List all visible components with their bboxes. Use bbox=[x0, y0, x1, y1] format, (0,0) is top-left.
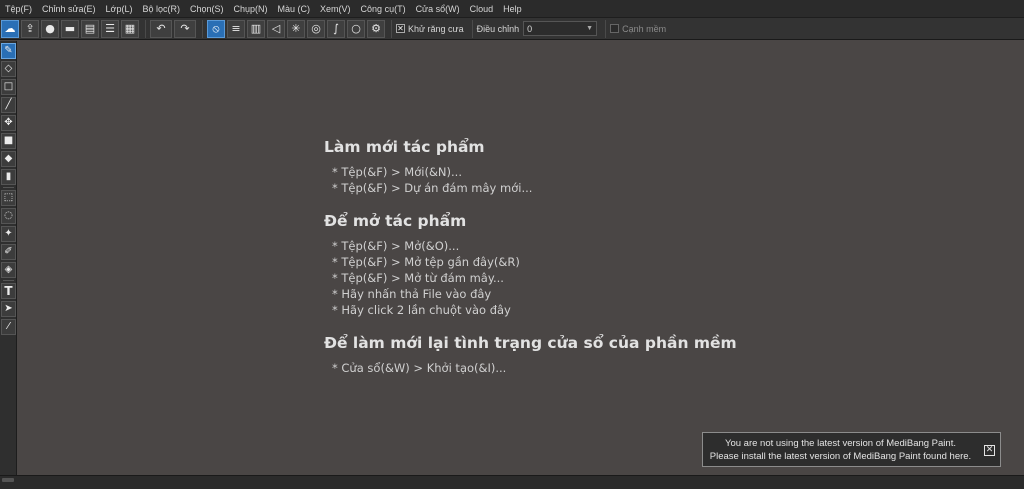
speech-bubble-icon[interactable]: ● bbox=[41, 19, 59, 38]
concentric-snap-icon[interactable]: ◎ bbox=[307, 19, 325, 38]
lasso-tool-icon[interactable]: ◌ bbox=[1, 208, 16, 224]
correction-label: Điều chỉnh bbox=[476, 23, 520, 34]
redo-icon[interactable]: ↷ bbox=[174, 19, 196, 38]
menu-snap[interactable]: Chụp(N) bbox=[229, 0, 273, 18]
antialias-checkbox[interactable]: ✕ bbox=[396, 24, 405, 33]
help-item: * Tệp(&F) > Mới(&N)... bbox=[332, 165, 462, 179]
menu-layer[interactable]: Lớp(L) bbox=[101, 0, 138, 18]
perspective-snap-icon[interactable]: ◁ bbox=[267, 19, 285, 38]
comment-icon[interactable]: ▬ bbox=[61, 19, 79, 38]
menu-filter[interactable]: Bộ lọc(R) bbox=[137, 0, 185, 18]
toolbar-divider bbox=[391, 19, 392, 38]
tool-divider bbox=[3, 187, 14, 188]
update-notice[interactable]: You are not using the latest version of … bbox=[702, 432, 1001, 467]
help-item: * Cửa sổ(&W) > Khởi tạo(&I)... bbox=[332, 361, 507, 375]
help-item: * Tệp(&F) > Mở(&O)... bbox=[332, 239, 460, 253]
circle-icon[interactable]: ○ bbox=[347, 19, 365, 38]
operation-tool-icon[interactable]: ➤ bbox=[1, 301, 16, 317]
menu-tools[interactable]: Công cụ(T) bbox=[356, 0, 411, 18]
help-heading-new: Làm mới tác phẩm bbox=[324, 138, 485, 156]
grid-snap-icon[interactable]: ▥ bbox=[247, 19, 265, 38]
bucket-tool-icon[interactable]: ◆ bbox=[1, 151, 16, 167]
toolbar-divider bbox=[202, 19, 203, 38]
close-icon[interactable]: ✕ bbox=[984, 445, 995, 456]
toolbar: ☁ ⇪ ● ▬ ▤ ☰ ▦ ↶ ↷ ⦸ ≡ ▥ ◁ ✳ ◎ ∫ ○ ⚙ ✕ Kh… bbox=[0, 18, 1024, 40]
toolbar-divider bbox=[605, 19, 607, 38]
toolbar-divider bbox=[471, 19, 473, 38]
menu-color[interactable]: Màu (C) bbox=[273, 0, 316, 18]
help-item: * Tệp(&F) > Dự án đám mây mới... bbox=[332, 181, 533, 195]
fill-rect-tool-icon[interactable]: ■ bbox=[1, 133, 16, 149]
tool-palette: ✎ ◇ □ ╱ ✥ ■ ◆ ▮ ⬚ ◌ ✦ ✐ ◈ T ➤ ⁄ bbox=[0, 41, 17, 475]
tool-divider bbox=[3, 280, 14, 281]
welcome-help[interactable]: Làm mới tác phẩm * Tệp(&F) > Mới(&N)... … bbox=[324, 137, 737, 391]
parallel-snap-icon[interactable]: ≡ bbox=[227, 19, 245, 38]
menu-select[interactable]: Chọn(S) bbox=[185, 0, 229, 18]
menu-edit[interactable]: Chỉnh sửa(E) bbox=[37, 0, 101, 18]
text-tool-icon[interactable]: T bbox=[1, 283, 16, 299]
select-eraser-tool-icon[interactable]: ◈ bbox=[1, 262, 16, 278]
menu-bar: Tệp(F) Chỉnh sửa(E) Lớp(L) Bộ lọc(R) Chọ… bbox=[0, 0, 1024, 18]
dot-tool-icon[interactable]: □ bbox=[1, 79, 16, 95]
correction-value: 0 bbox=[527, 23, 533, 34]
help-heading-open: Để mở tác phẩm bbox=[324, 212, 467, 230]
snap-off-icon[interactable]: ⦸ bbox=[207, 19, 225, 38]
help-item: * Hãy click 2 lần chuột vào đây bbox=[332, 303, 511, 317]
scrollbar-thumb[interactable] bbox=[2, 478, 14, 482]
brush-tool-icon[interactable]: ✎ bbox=[1, 43, 16, 59]
undo-icon[interactable]: ↶ bbox=[150, 19, 172, 38]
soft-edge-label: Cạnh mềm bbox=[622, 23, 667, 34]
eraser-tool-icon[interactable]: ◇ bbox=[1, 61, 16, 77]
help-list-reset: * Cửa sổ(&W) > Khởi tạo(&I)... bbox=[324, 360, 737, 376]
select-pen-tool-icon[interactable]: ✐ bbox=[1, 244, 16, 260]
help-list-open: * Tệp(&F) > Mở(&O)... * Tệp(&F) > Mở tệp… bbox=[324, 238, 737, 318]
document-icon[interactable]: ▤ bbox=[81, 19, 99, 38]
magic-wand-tool-icon[interactable]: ✦ bbox=[1, 226, 16, 242]
chevron-down-icon: ▼ bbox=[586, 25, 594, 32]
pen-tool-icon[interactable]: ╱ bbox=[1, 97, 16, 113]
radial-snap-icon[interactable]: ✳ bbox=[287, 19, 305, 38]
antialias-label: Khử răng cưa bbox=[408, 23, 464, 34]
menu-help[interactable]: Help bbox=[498, 0, 527, 18]
cloud-icon[interactable]: ☁ bbox=[1, 19, 19, 38]
select-rect-tool-icon[interactable]: ⬚ bbox=[1, 190, 16, 206]
move-tool-icon[interactable]: ✥ bbox=[1, 115, 16, 131]
menu-file[interactable]: Tệp(F) bbox=[0, 0, 37, 18]
menu-view[interactable]: Xem(V) bbox=[315, 0, 356, 18]
status-bar bbox=[0, 475, 1024, 489]
curve-snap-icon[interactable]: ∫ bbox=[327, 19, 345, 38]
gradient-tool-icon[interactable]: ▮ bbox=[1, 169, 16, 185]
gear-icon[interactable]: ⚙ bbox=[367, 19, 385, 38]
correction-select[interactable]: 0 ▼ bbox=[523, 21, 598, 36]
help-list-new: * Tệp(&F) > Mới(&N)... * Tệp(&F) > Dự án… bbox=[324, 164, 737, 196]
help-heading-reset: Để làm mới lại tình trạng cửa sổ của phầ… bbox=[324, 334, 737, 352]
share-icon[interactable]: ⇪ bbox=[21, 19, 39, 38]
menu-cloud[interactable]: Cloud bbox=[465, 0, 499, 18]
soft-edge-checkbox[interactable] bbox=[610, 24, 620, 33]
update-notice-line2: Please install the latest version of Med… bbox=[709, 451, 972, 462]
list-icon[interactable]: ☰ bbox=[101, 19, 119, 38]
eyedropper-tool-icon[interactable]: ⁄ bbox=[1, 319, 16, 335]
grid-icon[interactable]: ▦ bbox=[121, 19, 139, 38]
toolbar-divider bbox=[145, 19, 146, 38]
menu-window[interactable]: Cửa sổ(W) bbox=[411, 0, 465, 18]
help-item: * Hãy nhấn thả File vào đây bbox=[332, 287, 492, 301]
help-item: * Tệp(&F) > Mở tệp gần đây(&R) bbox=[332, 255, 520, 269]
update-notice-line1: You are not using the latest version of … bbox=[725, 438, 956, 449]
help-item: * Tệp(&F) > Mở từ đám mây... bbox=[332, 271, 504, 285]
